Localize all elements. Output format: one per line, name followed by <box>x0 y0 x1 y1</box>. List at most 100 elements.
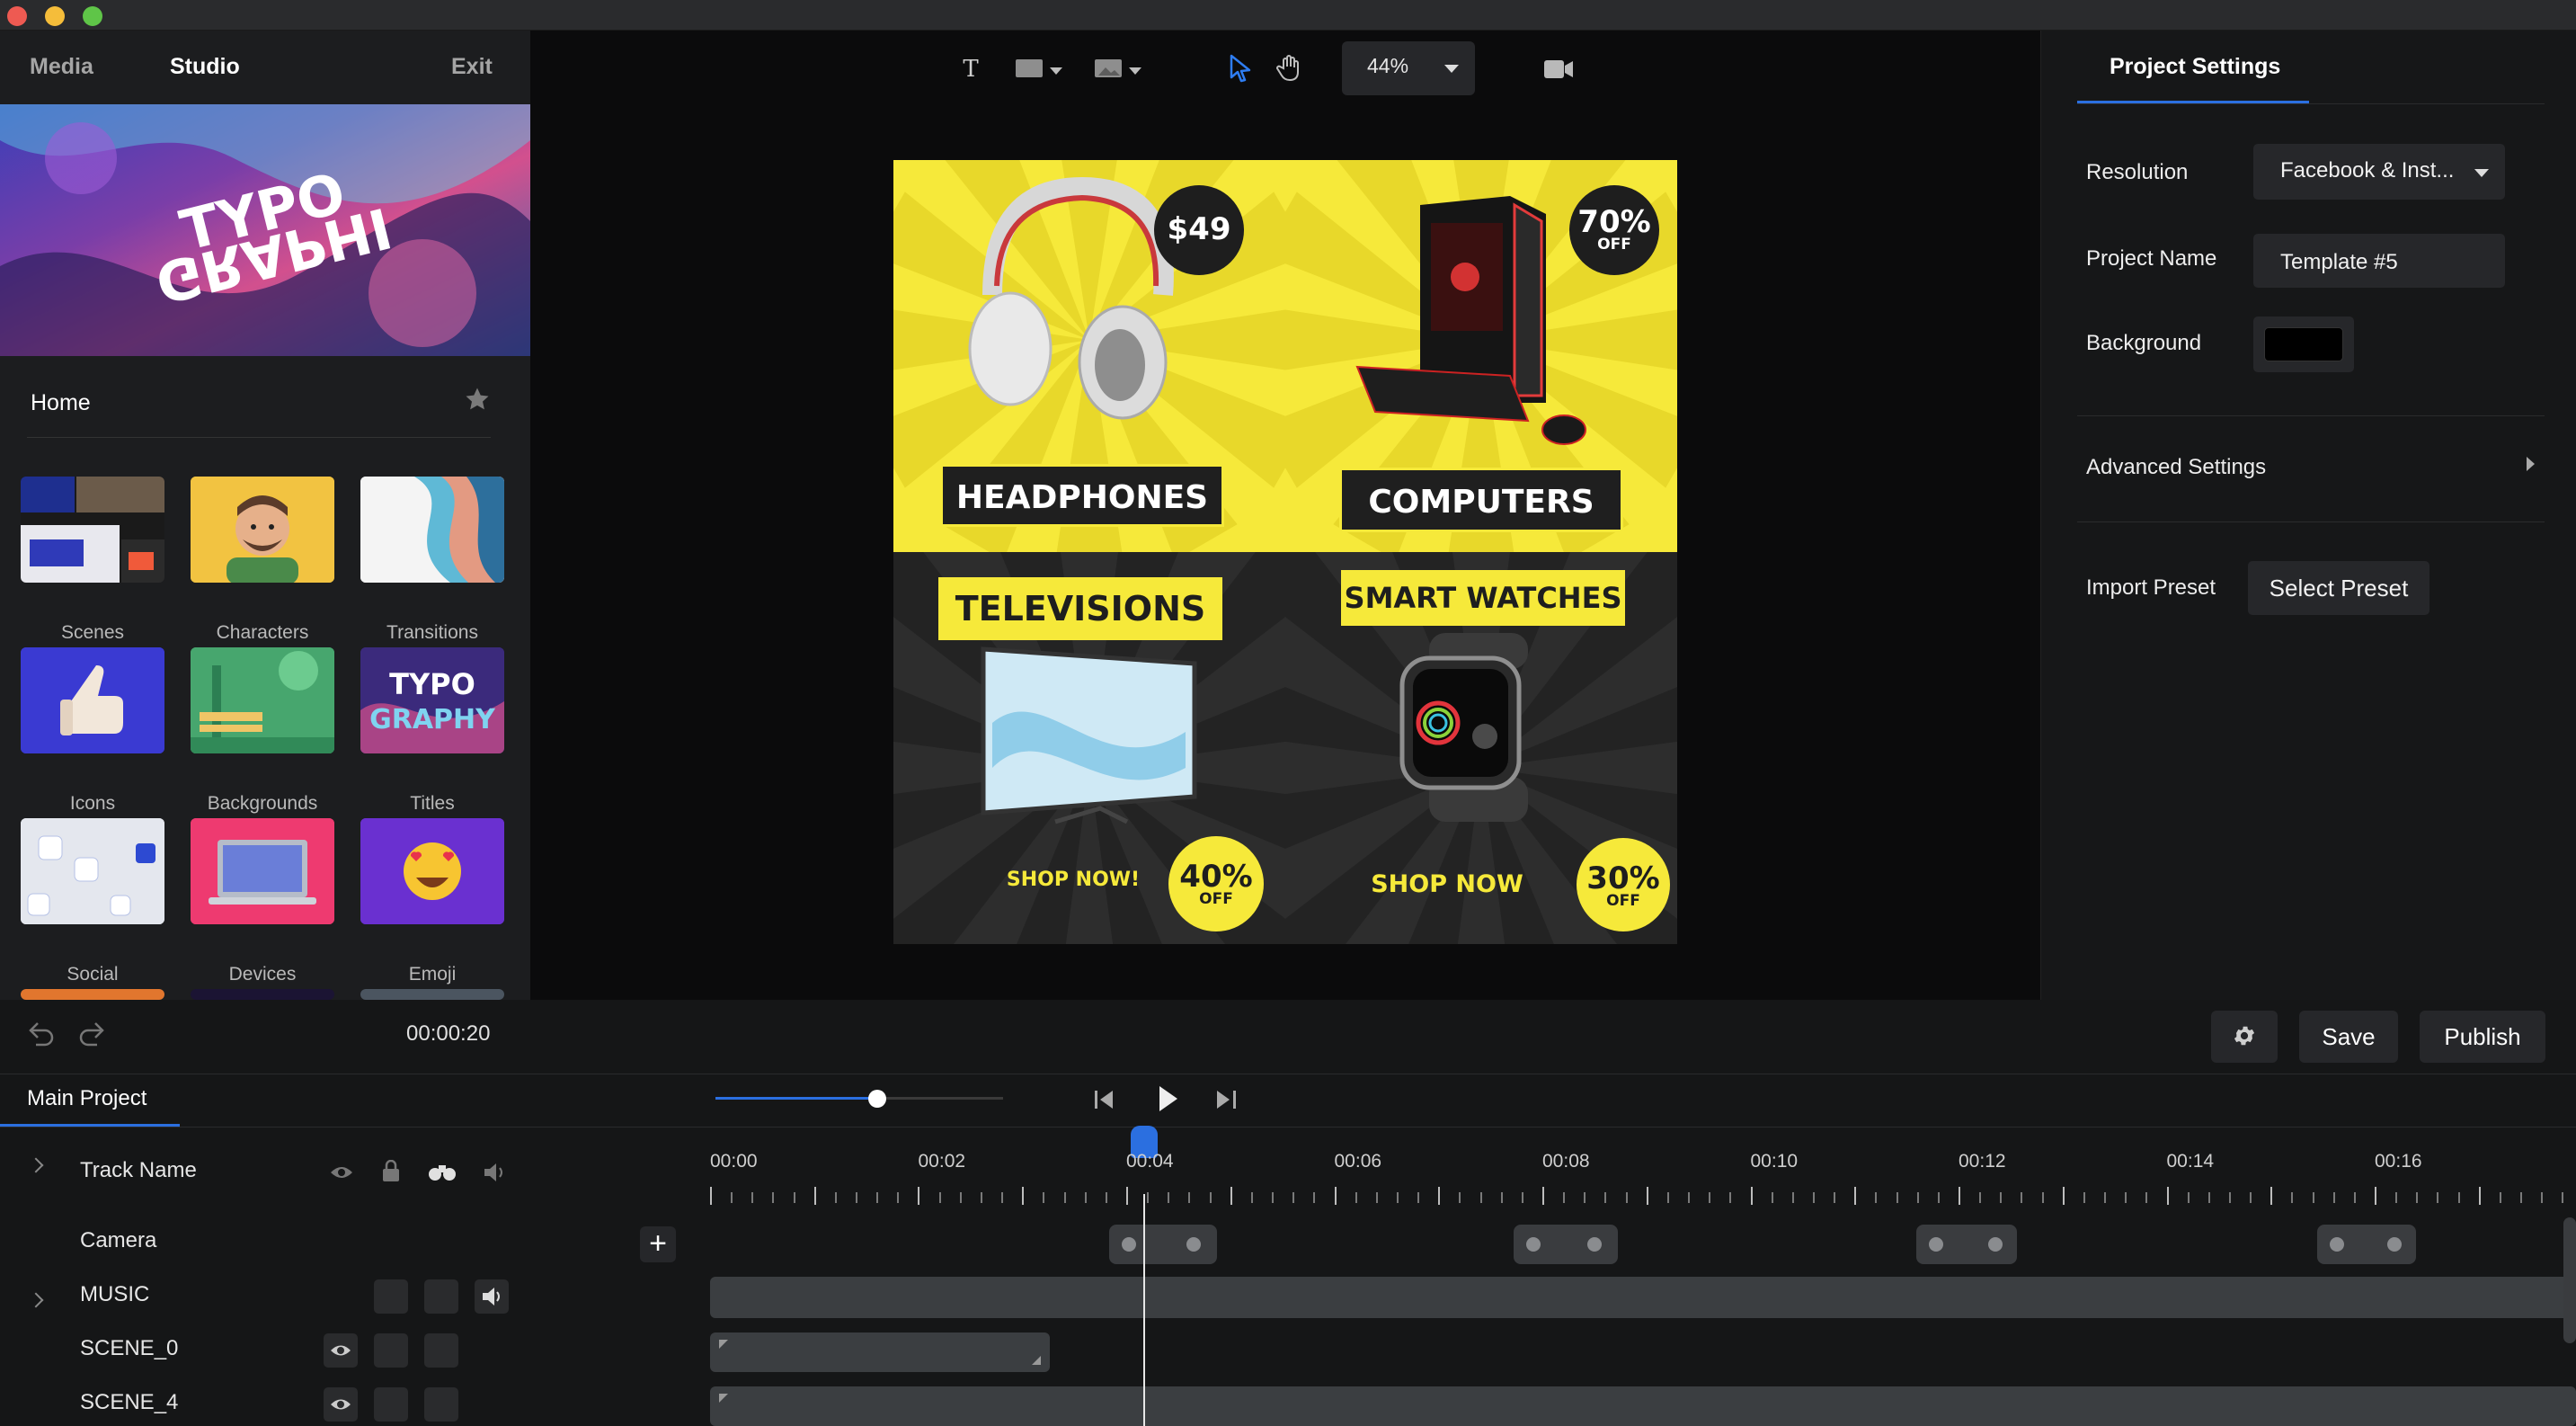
camera-keyframe[interactable] <box>1514 1225 1618 1264</box>
shape-tool-icon[interactable] <box>1014 58 1066 81</box>
preview-canvas[interactable]: $49 HEADPHONES 70% OFF COMPUTERS TELEVIS… <box>893 160 1677 944</box>
visibility-toggle[interactable] <box>324 1387 358 1422</box>
divider <box>2077 415 2545 416</box>
ruler-tick <box>1147 1192 1149 1203</box>
trim-handle-icon[interactable] <box>719 1340 728 1349</box>
track-control[interactable] <box>424 1333 458 1368</box>
characters-thumbnail[interactable] <box>191 477 334 583</box>
ruler-tick <box>1376 1192 1378 1203</box>
project-name-input[interactable]: Template #5 <box>2253 234 2505 288</box>
track-control[interactable] <box>424 1387 458 1422</box>
ruler-tick <box>1834 1192 1835 1203</box>
binoculars-icon[interactable] <box>428 1162 457 1183</box>
ruler-tick <box>1917 1192 1919 1203</box>
track-label-scene-4: SCENE_4 <box>80 1390 179 1414</box>
zoom-dropdown[interactable]: 44% <box>1342 41 1475 95</box>
lock-icon[interactable] <box>381 1160 401 1183</box>
close-window-button[interactable] <box>7 6 27 26</box>
maximize-window-button[interactable] <box>83 6 102 26</box>
ruler-tick <box>1210 1192 1212 1203</box>
chevron-right-icon[interactable] <box>28 1292 44 1308</box>
camera-keyframe[interactable] <box>1109 1225 1217 1264</box>
devices-thumbnail[interactable] <box>191 818 334 924</box>
eye-icon[interactable] <box>329 1163 354 1181</box>
smart-watches-label: SMART WATCHES <box>1341 570 1625 626</box>
price-badge: $49 <box>1154 185 1244 275</box>
ruler-tick <box>1772 1192 1773 1203</box>
ruler-tick <box>1251 1192 1253 1203</box>
minimize-window-button[interactable] <box>45 6 65 26</box>
track-control[interactable] <box>374 1387 408 1422</box>
backgrounds-thumbnail[interactable] <box>191 647 334 753</box>
category-thumbnail[interactable] <box>191 989 334 1000</box>
advanced-settings-toggle[interactable]: Advanced Settings <box>2086 455 2266 480</box>
category-thumbnail[interactable] <box>21 989 164 1000</box>
save-button[interactable]: Save <box>2299 1011 2398 1063</box>
undo-icon[interactable] <box>25 1020 56 1047</box>
ruler-tick <box>1292 1192 1294 1203</box>
scenes-thumbnail[interactable] <box>21 477 164 583</box>
scene-clip[interactable] <box>710 1386 2576 1426</box>
visibility-toggle[interactable] <box>324 1333 358 1368</box>
add-keyframe-button[interactable]: + <box>640 1226 676 1262</box>
scene-clip[interactable] <box>710 1332 1050 1372</box>
speaker-icon[interactable] <box>482 1162 507 1183</box>
track-control[interactable] <box>424 1279 458 1314</box>
redo-icon[interactable] <box>77 1020 108 1047</box>
ruler-tick <box>710 1187 712 1205</box>
main-project-tab[interactable]: Main Project <box>27 1086 147 1111</box>
slider-handle[interactable] <box>868 1090 886 1108</box>
chevron-right-icon[interactable] <box>2527 457 2535 471</box>
project-settings-tab[interactable]: Project Settings <box>2110 54 2280 80</box>
image-tool-icon[interactable] <box>1093 58 1145 81</box>
camera-keyframe[interactable] <box>1916 1225 2017 1264</box>
music-clip[interactable] <box>710 1277 2576 1318</box>
ruler-tick <box>2000 1192 2002 1203</box>
icons-thumbnail[interactable] <box>21 647 164 753</box>
transitions-thumbnail[interactable] <box>360 477 504 583</box>
computers-label: COMPUTERS <box>1339 468 1623 532</box>
camera-icon[interactable] <box>1542 58 1575 81</box>
headphones-panel: $49 HEADPHONES <box>893 160 1285 552</box>
chevron-right-icon[interactable] <box>28 1157 44 1173</box>
exit-button[interactable]: Exit <box>451 54 493 80</box>
tab-media[interactable]: Media <box>30 54 93 80</box>
time-label: 00:08 <box>1542 1151 1590 1172</box>
social-thumbnail[interactable] <box>21 818 164 924</box>
play-icon[interactable] <box>1154 1083 1181 1115</box>
track-control[interactable] <box>374 1333 408 1368</box>
ruler-tick <box>1397 1192 1399 1203</box>
featured-banner[interactable]: TYPO GRAPHI <box>0 104 530 356</box>
home-breadcrumb[interactable]: Home <box>31 390 91 416</box>
background-color-picker[interactable] <box>2253 316 2354 372</box>
vertical-scrollbar[interactable] <box>2563 1217 2576 1343</box>
track-mute-button[interactable] <box>475 1279 509 1314</box>
resolution-dropdown[interactable]: Facebook & Inst... <box>2253 144 2505 200</box>
select-cursor-icon[interactable] <box>1228 54 1253 83</box>
star-icon[interactable] <box>464 386 491 413</box>
slider-fill <box>715 1097 877 1100</box>
skip-forward-icon[interactable] <box>1213 1086 1240 1113</box>
settings-button[interactable] <box>2211 1011 2278 1063</box>
category-thumbnail[interactable] <box>360 989 504 1000</box>
camera-keyframe[interactable] <box>2317 1225 2416 1264</box>
titles-thumbnail[interactable]: TYPO GRAPHY <box>360 647 504 753</box>
emoji-thumbnail[interactable] <box>360 818 504 924</box>
time-label: 00:14 <box>2166 1151 2215 1172</box>
tab-studio[interactable]: Studio <box>170 54 240 80</box>
trim-handle-icon[interactable] <box>1032 1356 1041 1365</box>
ruler-tick <box>1168 1192 1169 1203</box>
publish-button[interactable]: Publish <box>2420 1011 2545 1063</box>
ruler-tick <box>1459 1192 1461 1203</box>
track-control[interactable] <box>374 1279 408 1314</box>
text-tool-icon[interactable]: T <box>958 56 983 81</box>
ruler-tick <box>1335 1187 1337 1205</box>
ruler-tick <box>1729 1192 1731 1203</box>
project-name-label: Project Name <box>2086 246 2217 271</box>
trim-handle-icon[interactable] <box>719 1394 728 1403</box>
select-preset-button[interactable]: Select Preset <box>2248 561 2429 615</box>
hand-pan-icon[interactable] <box>1276 54 1303 83</box>
ruler-tick <box>2458 1192 2460 1203</box>
skip-back-icon[interactable] <box>1091 1086 1118 1113</box>
ruler-tick <box>1043 1192 1044 1203</box>
